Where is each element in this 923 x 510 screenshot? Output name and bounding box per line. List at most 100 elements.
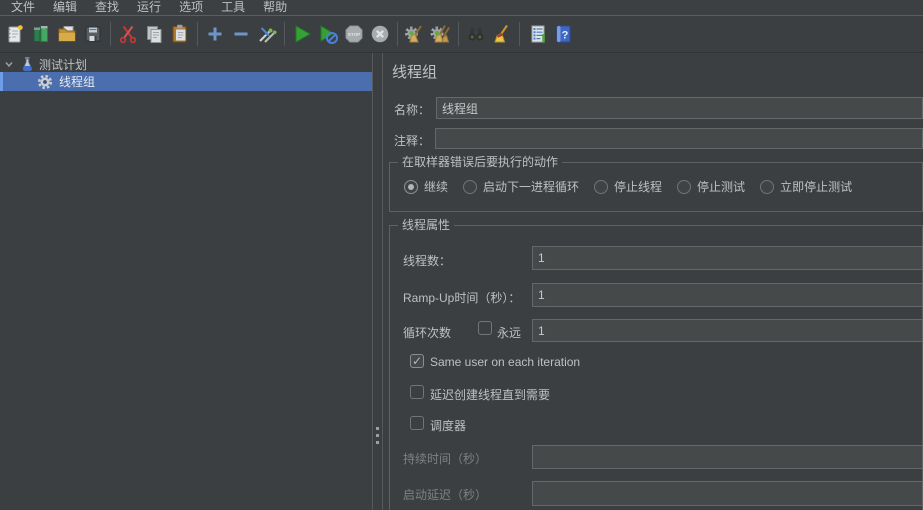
search-button[interactable] (463, 21, 489, 47)
start-no-timers-icon (320, 25, 338, 44)
copy-button[interactable] (141, 21, 167, 47)
toolbar: STOP ? (0, 16, 923, 53)
name-label: 名称： (394, 103, 431, 117)
open-file-button[interactable] (54, 21, 80, 47)
duration-input[interactable] (532, 445, 923, 469)
remove-icon (234, 32, 248, 36)
thread-group-gear-icon (37, 74, 53, 89)
stop-button[interactable]: STOP (341, 21, 367, 47)
toolbar-separator (397, 22, 398, 46)
save-button[interactable] (80, 21, 106, 47)
menu-tools[interactable]: 工具 (212, 0, 254, 15)
tree-node-label: 测试计划 (39, 57, 88, 72)
copy-icon (147, 26, 162, 43)
menu-run[interactable]: 运行 (128, 0, 170, 15)
toolbar-separator (110, 22, 111, 46)
clear-all-button[interactable] (428, 21, 454, 47)
paste-icon (172, 24, 187, 43)
thread-properties-legend: 线程属性 (398, 218, 455, 232)
radio-continue[interactable]: 继续 (404, 178, 448, 195)
remove-button[interactable] (228, 21, 254, 47)
loop-count-label: 循环次数 (403, 326, 452, 340)
radio-start-next-loop[interactable]: 启动下一进程循环 (463, 178, 579, 195)
radio-icon (463, 179, 478, 194)
threads-label: 线程数： (403, 254, 452, 268)
menu-search[interactable]: 查找 (86, 0, 128, 15)
svg-text:STOP: STOP (348, 32, 360, 37)
stop-icon: STOP (345, 25, 363, 43)
menu-bar: 文件 编辑 查找 运行 选项 工具 帮助 (0, 0, 923, 16)
paste-button[interactable] (167, 21, 193, 47)
start-no-timers-button[interactable] (315, 21, 341, 47)
start-icon (295, 25, 312, 43)
radio-icon (677, 179, 692, 194)
shutdown-button[interactable] (367, 21, 393, 47)
toolbar-separator (519, 22, 520, 46)
error-action-radio-row: 继续 启动下一进程循环 停止线程 停止测试 立即停止测试 (404, 178, 852, 195)
clear-button[interactable] (402, 21, 428, 47)
menu-edit[interactable]: 编辑 (44, 0, 86, 15)
tree-node-thread-group[interactable]: 线程组 (0, 72, 372, 91)
radio-stop-test[interactable]: 停止测试 (677, 178, 745, 195)
thread-properties-group: 线程属性 线程数： Ramp-Up时间（秒）： 循环次数 永远 Same use… (389, 218, 923, 510)
add-button[interactable] (202, 21, 228, 47)
help-icon: ? (556, 25, 571, 43)
new-file-button[interactable] (2, 21, 28, 47)
tree-node-label: 线程组 (59, 75, 96, 89)
toggle-icon (259, 27, 277, 43)
help-button[interactable]: ? (550, 21, 576, 47)
loop-count-input[interactable] (532, 319, 923, 342)
radio-label: 立即停止测试 (780, 180, 853, 194)
menu-help[interactable]: 帮助 (254, 0, 296, 15)
function-helper-icon (531, 25, 545, 43)
radio-label: 停止测试 (697, 180, 746, 194)
rampup-label: Ramp-Up时间（秒）： (403, 291, 521, 305)
cut-button[interactable] (115, 21, 141, 47)
forever-checkbox[interactable] (478, 321, 492, 335)
main-area: 测试计划 线程组 线程组 名称： 注释： 在取样器错误后要执行的动作 (0, 53, 923, 510)
scheduler-checkbox[interactable] (410, 416, 424, 430)
function-helper-button[interactable] (524, 21, 550, 47)
splitter-handle[interactable] (373, 53, 383, 510)
startup-delay-input[interactable] (532, 481, 923, 506)
rampup-input[interactable] (532, 283, 923, 307)
clear-all-icon (430, 25, 450, 43)
add-icon (208, 27, 222, 41)
svg-text:?: ? (562, 30, 569, 42)
toggle-button[interactable] (254, 21, 280, 47)
radio-icon (594, 179, 609, 194)
radio-icon (404, 179, 418, 194)
chevron-down-icon[interactable] (2, 57, 16, 71)
menu-options[interactable]: 选项 (170, 0, 212, 15)
radio-icon (760, 179, 775, 194)
menu-file[interactable]: 文件 (2, 0, 44, 15)
clear-search-icon (494, 24, 508, 43)
clear-icon (405, 25, 422, 43)
templates-button[interactable] (28, 21, 54, 47)
clear-search-button[interactable] (489, 21, 515, 47)
radio-stop-test-now[interactable]: 立即停止测试 (760, 178, 852, 195)
cut-icon (119, 25, 137, 44)
comment-label: 注释： (394, 134, 431, 148)
search-icon (468, 28, 484, 41)
error-action-group: 在取样器错误后要执行的动作 继续 启动下一进程循环 停止线程 停止测试 立即停止… (389, 155, 923, 212)
startup-delay-label: 启动延迟（秒） (403, 488, 488, 502)
name-input[interactable] (436, 97, 923, 119)
comment-input[interactable] (435, 128, 923, 149)
radio-stop-thread[interactable]: 停止线程 (594, 178, 662, 195)
save-icon (85, 26, 101, 42)
test-plan-flask-icon (22, 57, 33, 72)
same-user-label: Same user on each iteration (430, 355, 581, 369)
new-file-icon (8, 25, 23, 43)
delay-create-checkbox[interactable] (410, 385, 424, 399)
tree-node-test-plan[interactable]: 测试计划 (0, 56, 372, 72)
jmeter-window: 文件 编辑 查找 运行 选项 工具 帮助 STOP ? 测试计划 线程组 线程组… (0, 0, 923, 510)
thread-group-panel: 线程组 名称： 注释： 在取样器错误后要执行的动作 继续 启动下一进程循环 (383, 53, 923, 510)
threads-input[interactable] (532, 246, 923, 270)
radio-label: 停止线程 (614, 180, 663, 194)
start-button[interactable] (289, 21, 315, 47)
same-user-checkbox[interactable] (410, 354, 424, 368)
radio-label: 启动下一进程循环 (483, 180, 580, 194)
forever-label: 永远 (497, 326, 522, 340)
scheduler-label: 调度器 (430, 419, 467, 433)
